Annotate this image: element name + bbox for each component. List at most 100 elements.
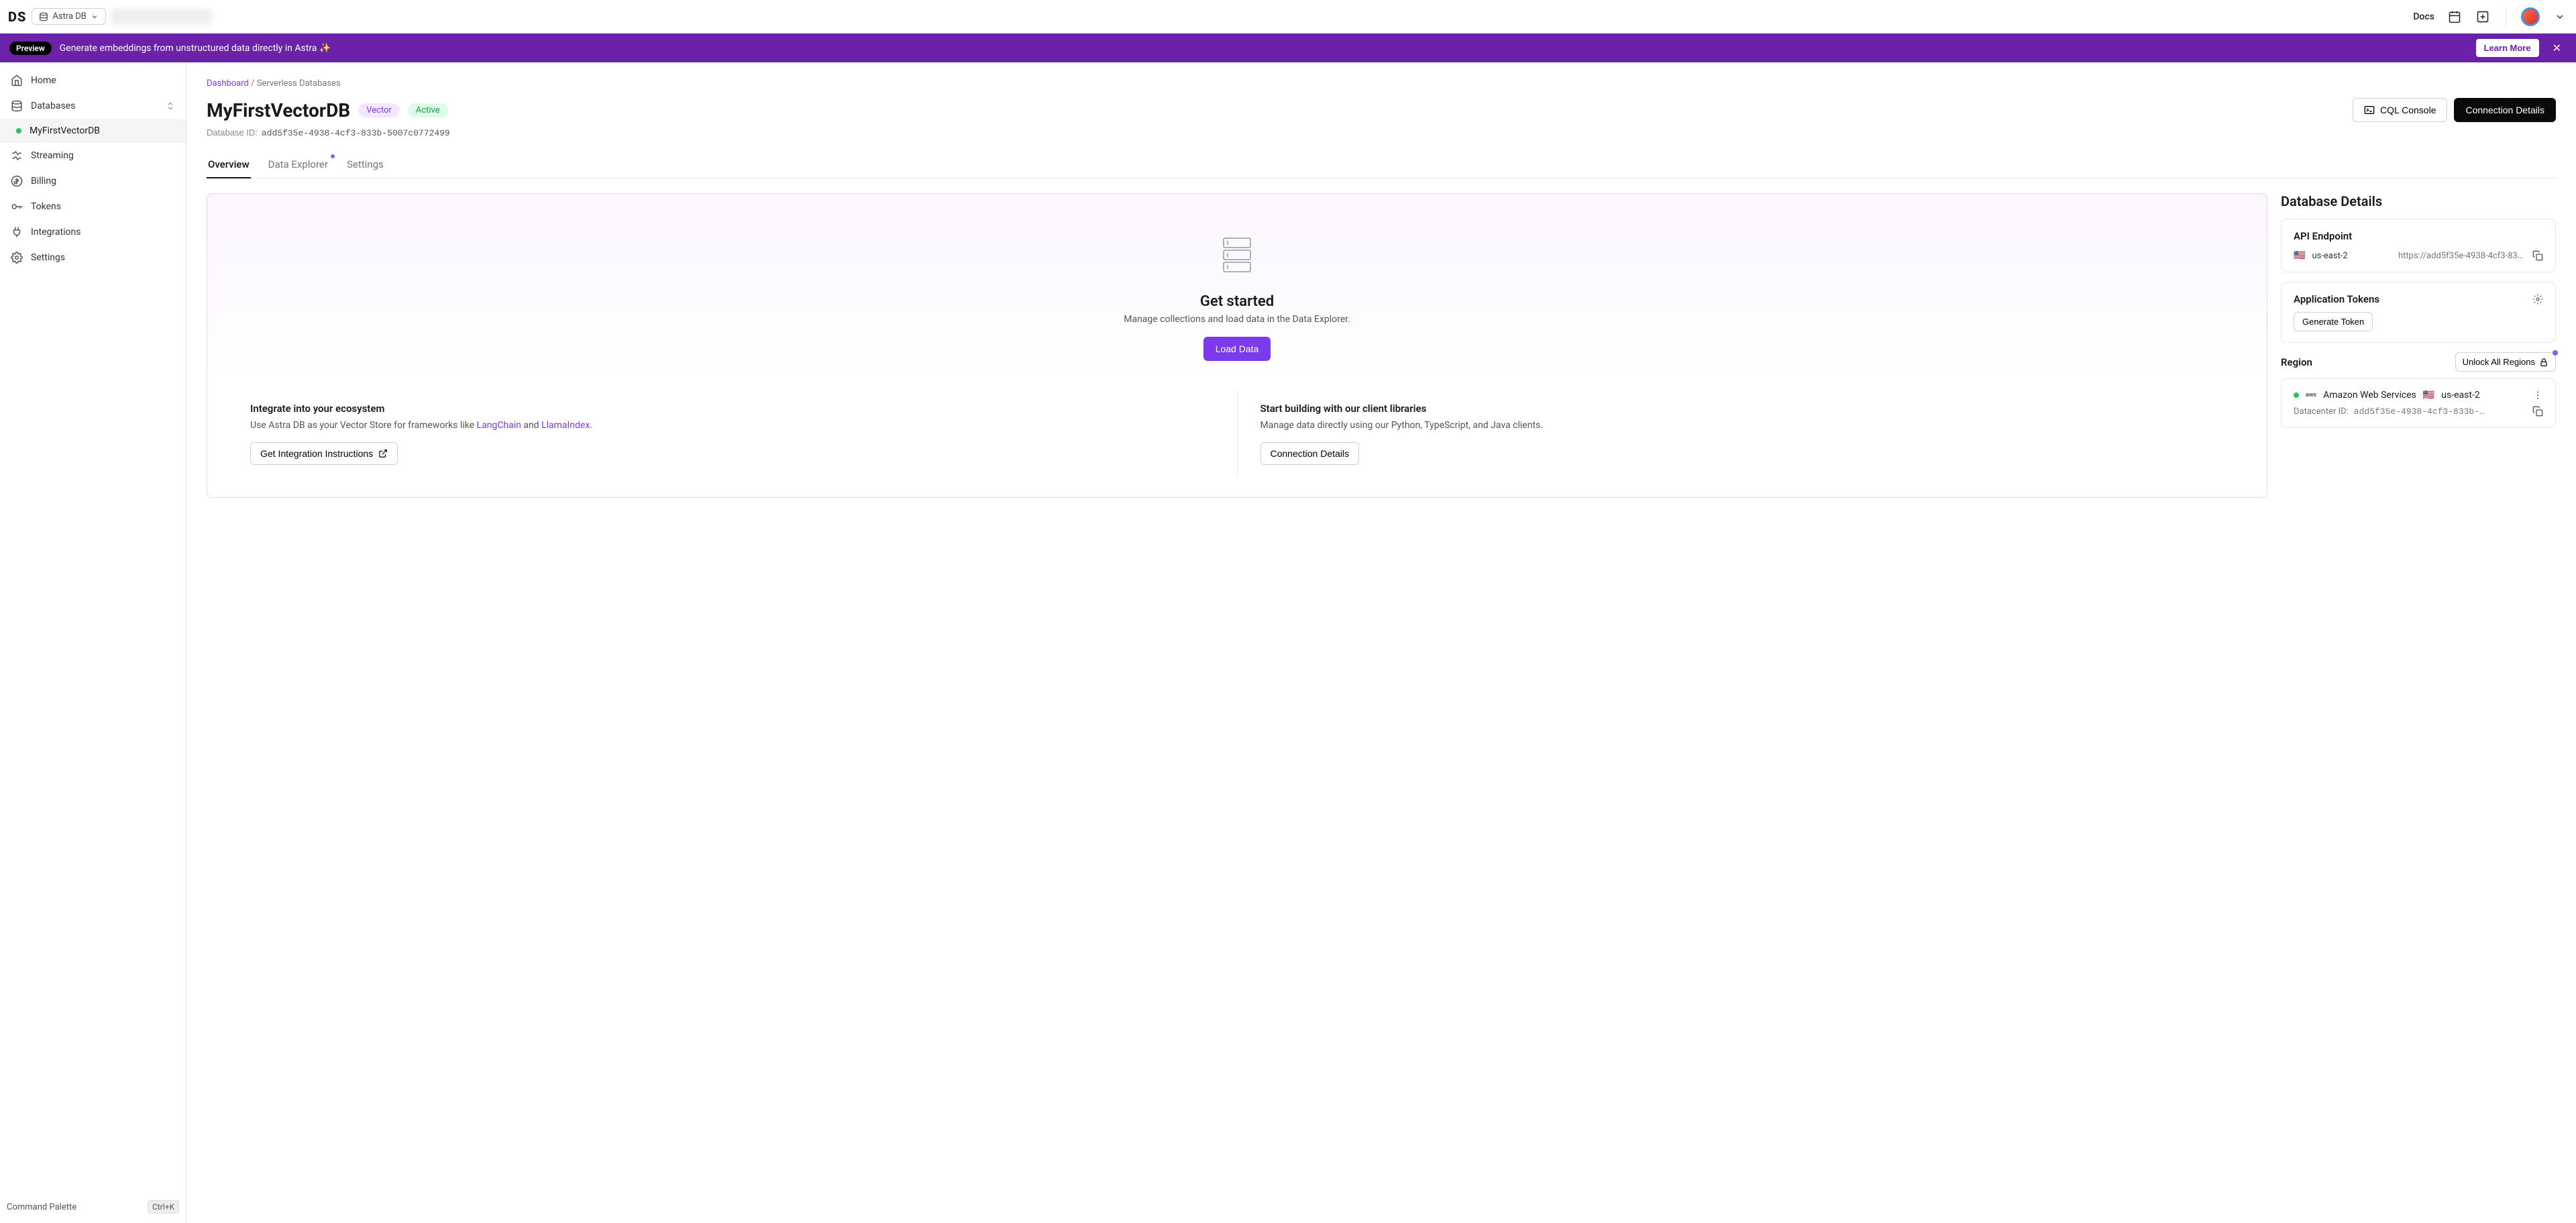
client-text: Manage data directly using our Python, T… [1260,419,2224,433]
integration-instructions-button[interactable]: Get Integration Instructions [250,442,398,465]
streaming-icon [11,150,23,162]
topbar: DS Astra DB Docs [0,0,2576,34]
aws-icon: aws [2306,392,2316,398]
org-name: Astra DB [52,11,87,21]
notification-dot [2553,350,2558,356]
region-header: Region Unlock All Regions [2281,352,2556,372]
docs-link[interactable]: Docs [2413,11,2434,22]
database-id: Database ID:add5f35e-4938-4cf3-833b-5007… [207,127,2556,138]
sidebar-label: Tokens [31,201,61,212]
command-palette-label: Command Palette [7,1202,76,1212]
cql-console-button[interactable]: CQL Console [2353,98,2448,122]
integrate-text: Use Astra DB as your Vector Store for fr… [250,419,1214,433]
terminal-icon [2364,105,2375,115]
gear-icon[interactable] [2532,294,2543,305]
home-icon [11,74,23,87]
database-icon [11,100,23,112]
page-title: MyFirstVectorDB [207,99,350,121]
details-heading: Database Details [2281,193,2556,209]
command-palette-hint[interactable]: Command Palette Ctrl+K [0,1191,186,1223]
sidebar-item-tokens[interactable]: Tokens [0,194,186,219]
breadcrumb: Dashboard / Serverless Databases [207,78,2556,89]
endpoint-url: https://add5f35e-4938-4cf3-833b-5007c… [2398,251,2526,261]
us-flag-icon: 🇺🇸 [2423,390,2434,401]
tab-label: Data Explorer [268,158,328,170]
sidebar-label: Streaming [31,150,74,161]
sidebar-label: Settings [31,252,65,263]
tab-settings[interactable]: Settings [345,152,385,178]
status-dot-active [16,128,21,134]
connection-details-button[interactable]: Connection Details [2454,98,2556,122]
load-data-button[interactable]: Load Data [1203,337,1271,361]
btn-label: Get Integration Instructions [260,448,373,459]
add-icon[interactable] [2475,9,2491,25]
breadcrumb-sep: / [249,78,257,89]
datacenter-label: Datacenter ID: [2294,407,2349,417]
sidebar-item-settings[interactable]: Settings [0,245,186,270]
connection-details-button-2[interactable]: Connection Details [1260,442,1360,465]
copy-icon[interactable] [2532,406,2543,417]
datacenter-id: add5f35e-4938-4cf3-833b-5007c0772… [2354,407,2488,417]
copy-icon[interactable] [2532,250,2543,261]
sidebar-label: Home [31,75,56,86]
preview-badge: Preview [9,42,52,55]
plug-icon [11,226,23,238]
stack-icon [1218,234,1256,281]
preview-banner: Preview Generate embeddings from unstruc… [0,34,2576,62]
main-content: Dashboard / Serverless Databases MyFirst… [186,62,2576,1223]
llamaindex-link[interactable]: LlamaIndex [541,420,590,431]
close-icon[interactable]: ✕ [2547,39,2567,57]
api-endpoint-panel: API Endpoint 🇺🇸 us-east-2 https://add5f3… [2281,219,2556,272]
region-title: Region [2281,356,2312,368]
integrate-title: Integrate into your ecosystem [250,403,1214,415]
provider-region: us-east-2 [2441,390,2479,401]
sidebar-item-streaming[interactable]: Streaming [0,143,186,168]
sidebar-item-billing[interactable]: Billing [0,168,186,194]
sidebar-label: Databases [31,101,75,111]
btn-label: CQL Console [2380,105,2436,115]
breadcrumb-root[interactable]: Dashboard [207,78,249,89]
collapse-icon[interactable] [166,101,175,111]
sidebar-item-databases[interactable]: Databases [0,93,186,119]
key-icon [11,201,23,213]
generate-token-button[interactable]: Generate Token [2294,312,2373,331]
lock-icon [2539,358,2548,367]
btn-label: Unlock All Regions [2463,357,2535,367]
avatar[interactable] [2521,7,2540,26]
client-libraries-section: Start building with our client libraries… [1238,390,2247,477]
tabs: Overview Data Explorer Settings [207,152,2556,178]
logo: DS [8,9,26,25]
tokens-title: Application Tokens [2294,293,2379,305]
sidebar-sub-label: MyFirstVectorDB [30,125,100,136]
calendar-icon[interactable] [2447,9,2463,25]
database-icon [39,12,48,21]
provider-name: Amazon Web Services [2323,390,2416,401]
banner-text: Generate embeddings from unstructured da… [60,43,2468,54]
tokens-panel: Application Tokens Generate Token [2281,282,2556,343]
sidebar-sub-database[interactable]: MyFirstVectorDB [0,119,186,143]
tab-data-explorer[interactable]: Data Explorer [267,152,329,178]
sidebar-item-integrations[interactable]: Integrations [0,219,186,245]
sidebar-label: Integrations [31,227,80,237]
database-details: Database Details API Endpoint 🇺🇸 us-east… [2281,193,2556,437]
chevron-down-icon[interactable] [2552,9,2568,25]
badge-vector: Vector [358,103,400,117]
org-switcher[interactable]: Astra DB [32,8,106,25]
keyboard-shortcut: Ctrl+K [148,1200,179,1214]
langchain-link[interactable]: LangChain [477,420,521,431]
tab-overview[interactable]: Overview [207,152,251,178]
client-title: Start building with our client libraries [1260,403,2224,415]
region-text: us-east-2 [2312,251,2347,261]
sidebar: Home Databases MyFirstVectorDB Streaming… [0,62,186,1223]
sidebar-label: Billing [31,176,56,187]
page-header: MyFirstVectorDB Vector Active CQL Consol… [207,98,2556,122]
unlock-regions-button[interactable]: Unlock All Regions [2455,352,2556,372]
dbid-label: Database ID: [207,127,258,138]
integrate-section: Integrate into your ecosystem Use Astra … [227,390,1238,477]
chevron-down-icon [91,13,99,21]
external-link-icon [378,449,388,458]
learn-more-button[interactable]: Learn More [2476,39,2539,57]
sidebar-item-home[interactable]: Home [0,68,186,93]
status-dot-active [2294,392,2299,398]
more-icon[interactable] [2532,390,2543,401]
